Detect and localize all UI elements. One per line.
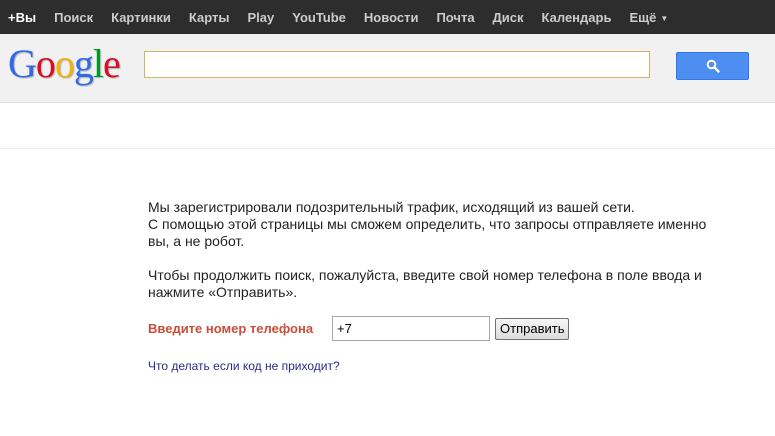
- search-button[interactable]: [676, 52, 749, 80]
- captcha-message: Мы зарегистрировали подозрительный трафи…: [148, 199, 708, 301]
- help-link-code-not-received[interactable]: Что делать если код не приходит?: [148, 359, 340, 373]
- nav-item-search[interactable]: Поиск: [54, 10, 93, 25]
- logo-letter-o1: o: [35, 41, 56, 86]
- nav-item-calendar[interactable]: Календарь: [542, 10, 612, 25]
- logo-letter-g2: g: [73, 41, 94, 86]
- top-navigation-bar: +Вы Поиск Картинки Карты Play YouTube Но…: [0, 0, 775, 34]
- triangle-down-icon: ▼: [660, 13, 669, 23]
- message-paragraph-2: Чтобы продолжить поиск, пожалуйста, введ…: [148, 267, 702, 300]
- nav-item-play[interactable]: Play: [247, 10, 274, 25]
- message-line-2: С помощью этой страницы мы сможем опреде…: [148, 216, 707, 249]
- message-paragraph-1: Мы зарегистрировали подозрительный трафи…: [148, 199, 708, 250]
- logo-letter-l: l: [92, 41, 104, 86]
- nav-item-news[interactable]: Новости: [364, 10, 419, 25]
- google-logo[interactable]: Google: [8, 40, 121, 88]
- nav-item-more[interactable]: Ещё ▼: [629, 10, 668, 25]
- phone-form: Введите номер телефона Отправить: [148, 316, 570, 341]
- content-divider: [0, 148, 775, 149]
- nav-item-youtube[interactable]: YouTube: [292, 10, 346, 25]
- magnifier-icon: [706, 59, 720, 73]
- phone-label: Введите номер телефона: [148, 321, 314, 336]
- logo-letter-g: G: [8, 41, 37, 86]
- nav-item-drive[interactable]: Диск: [493, 10, 524, 25]
- nav-item-mail[interactable]: Почта: [436, 10, 474, 25]
- phone-input[interactable]: [332, 316, 490, 341]
- search-input[interactable]: [144, 51, 650, 78]
- logo-letter-o2: o: [54, 41, 75, 86]
- logo-letter-e: e: [103, 41, 121, 86]
- submit-button[interactable]: Отправить: [495, 317, 570, 340]
- nav-item-images[interactable]: Картинки: [111, 10, 171, 25]
- nav-item-plus-you[interactable]: +Вы: [8, 10, 36, 25]
- nav-item-more-label: Ещё: [629, 9, 657, 25]
- search-header: Google: [0, 34, 775, 103]
- message-line-1: Мы зарегистрировали подозрительный трафи…: [148, 199, 635, 215]
- nav-item-maps[interactable]: Карты: [189, 10, 230, 25]
